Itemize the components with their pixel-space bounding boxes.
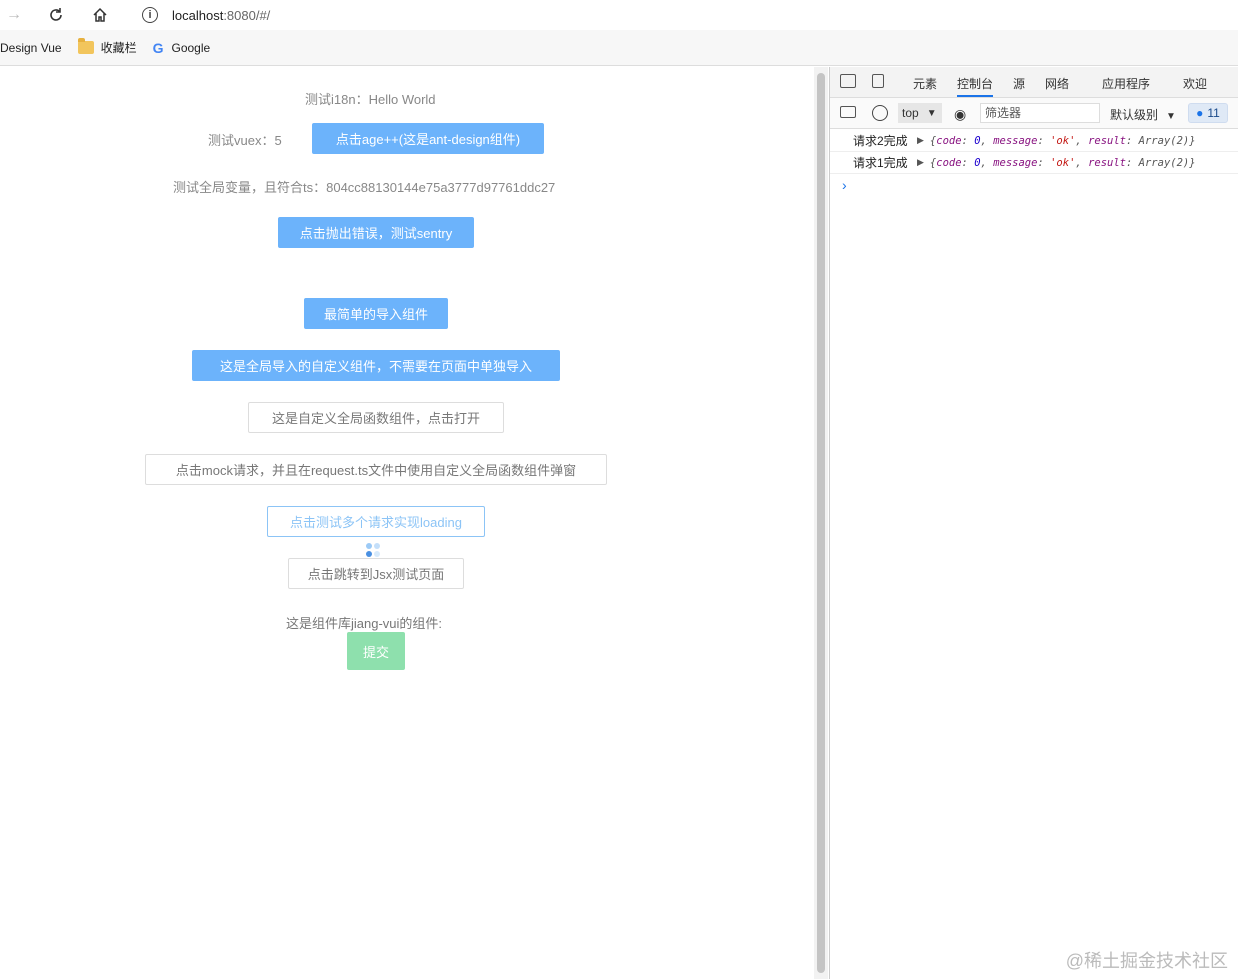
console-toolbar: top ▼ ◉ 筛选器 默认级别 ▼ ● 11: [830, 98, 1238, 129]
tab-application[interactable]: 应用程序: [1102, 75, 1150, 92]
page-scrollbar[interactable]: [814, 67, 828, 979]
tab-console[interactable]: 控制台: [957, 75, 994, 97]
address-bar[interactable]: i localhost:8080/#/: [130, 0, 1238, 30]
url-text: localhost:8080/#/: [172, 7, 271, 23]
back-arrow-icon[interactable]: →: [2, 4, 26, 26]
expand-arrow-icon[interactable]: ▶: [917, 157, 924, 168]
global-var-text: 测试全局变量，且符合ts：804cc88130144e75a3777d97761…: [173, 180, 556, 195]
scrollbar-thumb[interactable]: [817, 73, 825, 973]
jsx-page-button[interactable]: 点击跳转到Jsx测试页面: [288, 558, 464, 589]
google-icon: G: [152, 39, 164, 56]
global-func-button[interactable]: 这是自定义全局函数组件，点击打开: [248, 402, 504, 433]
tab-elements[interactable]: 元素: [913, 75, 937, 92]
global-component-button[interactable]: 这是全局导入的自定义组件，不需要在页面中单独导入: [192, 350, 560, 381]
bookmark-folder[interactable]: 收藏栏: [77, 38, 137, 56]
filter-input[interactable]: 筛选器: [980, 103, 1100, 123]
devtools-panel: 元素 控制台 源 网络 应用程序 欢迎 top ▼ ◉ 筛选器 默认级别 ▼ ● 11…: [829, 67, 1238, 979]
browser-toolbar: → i localhost:8080/#/: [0, 0, 1238, 30]
loading-test-button[interactable]: 点击测试多个请求实现loading: [267, 506, 485, 537]
age-increment-button[interactable]: 点击age++(这是ant-design组件): [312, 123, 544, 154]
eye-icon[interactable]: ◉: [954, 106, 966, 123]
tab-network[interactable]: 网络: [1045, 75, 1069, 92]
expand-arrow-icon[interactable]: ▶: [917, 135, 924, 146]
inspect-icon[interactable]: [840, 74, 856, 88]
component-lib-text: 这是组件库jiang-vui的组件:: [286, 616, 443, 631]
tab-sources[interactable]: 源: [1013, 75, 1025, 92]
devtools-tabs: 元素 控制台 源 网络 应用程序 欢迎: [830, 67, 1238, 98]
reload-icon[interactable]: [44, 4, 68, 26]
submit-button[interactable]: 提交: [347, 632, 405, 670]
vuex-text: 测试vuex：5: [208, 133, 282, 148]
site-info-icon[interactable]: i: [142, 7, 158, 23]
mock-request-button[interactable]: 点击mock请求，并且在request.ts文件中使用自定义全局函数组件弹窗: [145, 454, 607, 485]
watermark-text: @稀土掘金技术社区: [1065, 951, 1228, 971]
log-level-select[interactable]: 默认级别 ▼: [1110, 106, 1176, 123]
folder-icon: [77, 38, 94, 54]
bookmarks-bar: Design Vue 收藏栏 G Google: [0, 30, 1238, 66]
console-log-row[interactable]: 请求1完成 ▶ {code: 0, message: 'ok', result:…: [830, 152, 1238, 174]
bookmark-google[interactable]: G Google: [153, 40, 211, 56]
bookmark-design-vue[interactable]: Design Vue: [0, 41, 62, 55]
message-icon: ●: [1196, 106, 1204, 120]
simple-import-button[interactable]: 最简单的导入组件: [304, 298, 448, 329]
sentry-button[interactable]: 点击抛出错误，测试sentry: [278, 217, 474, 248]
console-log-row[interactable]: 请求2完成 ▶ {code: 0, message: 'ok', result:…: [830, 130, 1238, 152]
home-icon[interactable]: [88, 4, 112, 26]
context-select[interactable]: top ▼: [898, 103, 942, 123]
console-prompt-icon[interactable]: ›: [842, 177, 847, 193]
issues-badge[interactable]: ● 11: [1188, 103, 1228, 123]
page-content: 测试i18n：Hello World 测试vuex：5 点击age++(这是an…: [0, 67, 814, 979]
tab-welcome[interactable]: 欢迎: [1183, 75, 1207, 92]
device-toolbar-icon[interactable]: [872, 74, 884, 88]
clear-console-icon[interactable]: [872, 105, 888, 121]
sidebar-toggle-icon[interactable]: [840, 106, 856, 118]
i18n-text: 测试i18n：Hello World: [305, 92, 436, 107]
